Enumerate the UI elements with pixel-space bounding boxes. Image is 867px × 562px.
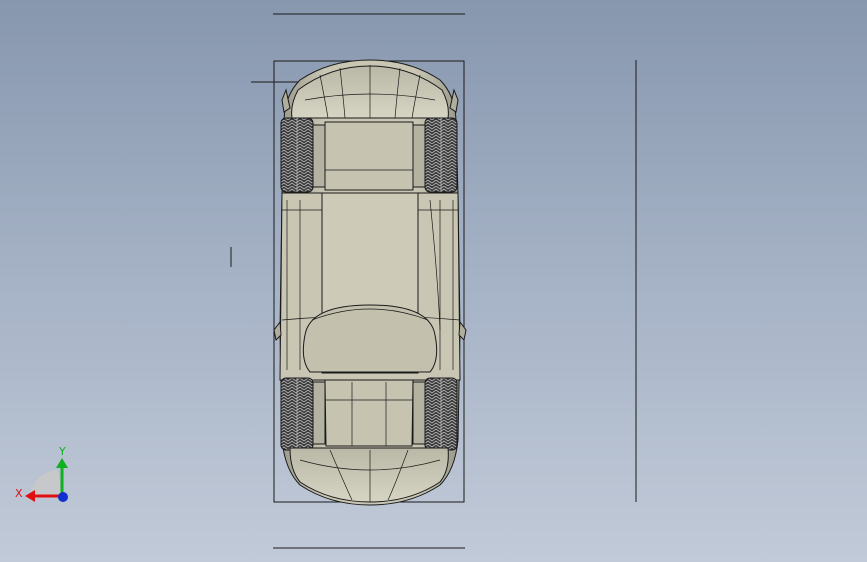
z-axis-dot [58,492,68,502]
rear-right-tire [424,377,458,451]
hood [324,121,414,191]
triad-y-label: Y [58,445,66,458]
axis-triad: Y X [15,445,68,502]
right-front-corner [449,88,459,113]
front-right-tire [424,117,458,193]
y-axis-arrowhead [56,458,68,468]
graphics-viewport[interactable]: Y X [0,0,867,562]
rear-left-tire [280,377,314,451]
rear-deck [324,379,414,447]
car-model[interactable] [273,59,467,506]
left-front-corner [281,88,291,113]
car-drawing-canvas[interactable]: Y X [0,0,867,562]
x-axis-arrowhead [25,490,35,502]
rear-window [302,304,438,373]
front-left-tire [280,117,314,193]
triad-x-label: X [15,487,23,500]
